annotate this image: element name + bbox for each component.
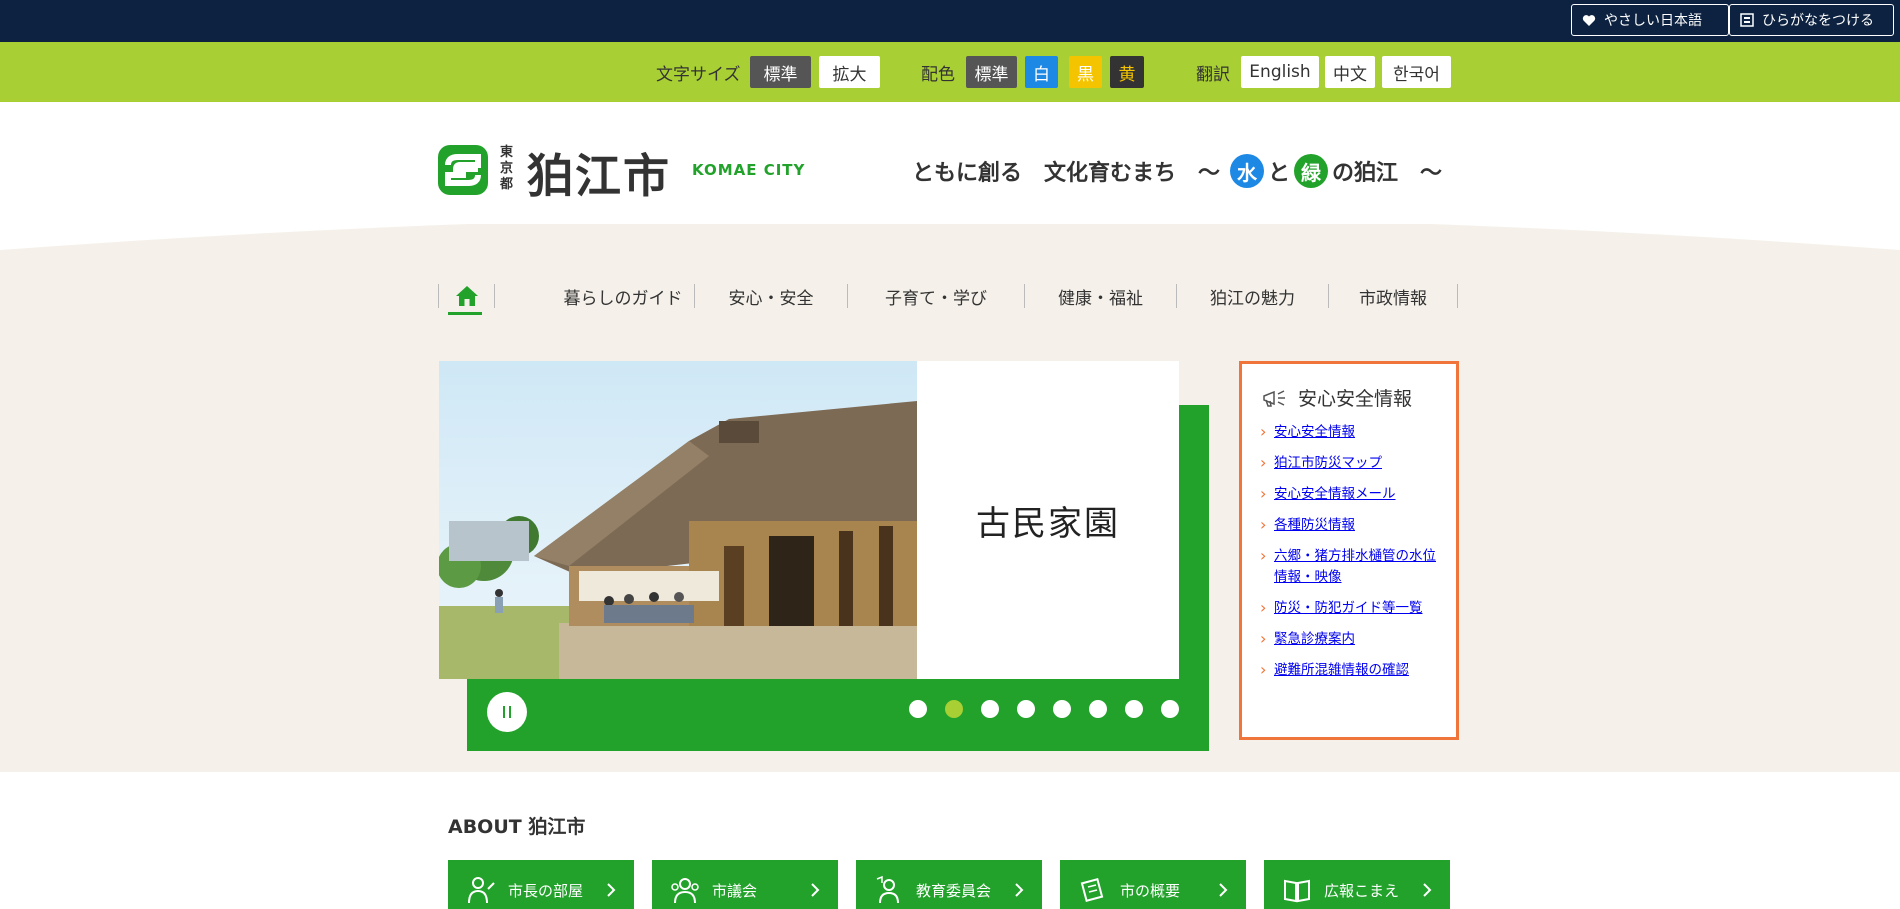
accessibility-bar: 文字サイズ 標準 拡大 配色 標準 白 黒 黄 翻訳 English 中文 한국… <box>0 42 1900 102</box>
slideshow-dot[interactable] <box>945 700 963 718</box>
slideshow-dot[interactable] <box>1053 700 1071 718</box>
nav-attractions[interactable]: 狛江の魅力 <box>1177 276 1328 316</box>
safety-link-item: 狛江市防災マップ <box>1260 452 1440 474</box>
top-bar: やさしい日本語 ひらがなをつける <box>0 0 1900 42</box>
lang-chinese-button[interactable]: 中文 <box>1325 56 1375 88</box>
slideshow-dot[interactable] <box>1125 700 1143 718</box>
city-emblem-icon <box>438 145 488 195</box>
color-standard-button[interactable]: 標準 <box>966 56 1017 88</box>
safety-link-item: 緊急診療案内 <box>1260 628 1440 650</box>
tagline-part1: ともに創る 文化育むまち 〜 <box>912 161 1221 186</box>
logo-name: 狛江市 <box>527 149 671 203</box>
education-icon <box>876 875 899 904</box>
nav-home-active-indicator <box>448 312 482 315</box>
nav-separator <box>1457 284 1458 308</box>
lang-korean-button[interactable]: 한국어 <box>1382 56 1451 88</box>
about-card-label: 市長の部屋 <box>508 881 584 900</box>
megaphone-icon <box>1263 389 1285 407</box>
furigana-icon <box>1740 13 1754 27</box>
slide-caption-box[interactable]: 古民家園 <box>917 361 1179 679</box>
global-nav: 暮らしのガイド 安心・安全 子育て・学び 健康・福祉 狛江の魅力 市政情報 <box>438 276 1458 316</box>
slide-photo[interactable] <box>439 361 917 679</box>
about-card-label: 市の概要 <box>1120 881 1181 900</box>
safety-link[interactable]: 六郷・猪方排水樋管の水位情報・映像 <box>1274 548 1436 585</box>
font-size-label: 文字サイズ <box>656 65 741 85</box>
translate-label: 翻訳 <box>1196 65 1230 85</box>
slideshow-dot[interactable] <box>909 700 927 718</box>
logo-english: KOMAE CITY <box>692 161 806 179</box>
safety-link-list: 安心安全情報 狛江市防災マップ 安心安全情報メール 各種防災情報 六郷・猪方排水… <box>1260 421 1440 691</box>
nav-separator <box>438 284 439 308</box>
font-size-large-button[interactable]: 拡大 <box>819 56 880 88</box>
safety-link[interactable]: 各種防災情報 <box>1274 517 1355 533</box>
chevron-right-icon <box>1219 883 1228 897</box>
font-size-standard-button[interactable]: 標準 <box>750 56 811 88</box>
safety-link[interactable]: 防災・防犯ガイド等一覧 <box>1274 600 1423 616</box>
safety-link[interactable]: 狛江市防災マップ <box>1274 455 1382 471</box>
safety-info-title: 安心安全情報 <box>1262 384 1412 411</box>
chevron-right-icon <box>607 883 616 897</box>
safety-link-item: 防災・防犯ガイド等一覧 <box>1260 597 1440 619</box>
safety-link-item: 安心安全情報メール <box>1260 483 1440 505</box>
council-people-icon <box>671 878 699 904</box>
easy-japanese-button[interactable]: やさしい日本語 <box>1571 4 1729 36</box>
furigana-label: ひらがなをつける <box>1762 13 1874 29</box>
color-black-button[interactable]: 黒 <box>1069 56 1102 88</box>
old-farmhouse-photo <box>439 361 917 679</box>
safety-link-item: 各種防災情報 <box>1260 514 1440 536</box>
safety-info-title-text: 安心安全情報 <box>1298 388 1413 410</box>
safety-link-item: 避難所混雑情報の確認 <box>1260 659 1440 681</box>
easy-japanese-label: やさしい日本語 <box>1604 13 1702 29</box>
about-card-mayor[interactable]: 市長の部屋 <box>448 860 634 909</box>
tagline-water: 水 <box>1230 154 1265 188</box>
about-card-newsletter[interactable]: 広報こまえ <box>1264 860 1450 909</box>
lang-english-button[interactable]: English <box>1241 56 1319 88</box>
about-card-education[interactable]: 教育委員会 <box>856 860 1042 909</box>
safety-info-panel: 安心安全情報 安心安全情報 狛江市防災マップ 安心安全情報メール 各種防災情報 … <box>1239 361 1459 740</box>
newsletter-book-icon <box>1284 879 1310 903</box>
mayor-person-icon <box>468 877 495 904</box>
tagline-green: 緑 <box>1294 154 1329 188</box>
nav-health-welfare[interactable]: 健康・福祉 <box>1025 276 1176 316</box>
chevron-right-icon <box>1423 883 1432 897</box>
slideshow-dot[interactable] <box>1017 700 1035 718</box>
safety-link[interactable]: 緊急診療案内 <box>1274 631 1355 647</box>
nav-home[interactable] <box>440 276 494 316</box>
about-card-label: 広報こまえ <box>1324 881 1400 900</box>
chevron-right-icon <box>811 883 820 897</box>
safety-link[interactable]: 安心安全情報 <box>1274 424 1355 440</box>
header-curve <box>0 210 1900 250</box>
tagline-part2: の狛江 〜 <box>1332 161 1443 186</box>
slideshow-dot[interactable] <box>1089 700 1107 718</box>
safety-link-item: 安心安全情報 <box>1260 421 1440 443</box>
safety-link-item: 六郷・猪方排水樋管の水位情報・映像 <box>1260 545 1440 588</box>
nav-city-info[interactable]: 市政情報 <box>1329 276 1457 316</box>
color-white-button[interactable]: 白 <box>1025 56 1058 88</box>
nav-safety[interactable]: 安心・安全 <box>695 276 847 316</box>
overview-icon <box>1080 878 1104 902</box>
color-label: 配色 <box>921 65 955 85</box>
heart-icon <box>1582 14 1596 26</box>
color-yellow-button[interactable]: 黄 <box>1110 56 1144 88</box>
furigana-button[interactable]: ひらがなをつける <box>1729 4 1894 36</box>
about-section-title: ABOUT 狛江市 <box>448 816 586 838</box>
safety-link[interactable]: 避難所混雑情報の確認 <box>1274 662 1409 678</box>
logo-prefix: 東京都 <box>500 145 514 192</box>
slideshow-dot[interactable] <box>1161 700 1179 718</box>
nav-childcare[interactable]: 子育て・学び <box>848 276 1024 316</box>
home-icon <box>456 286 478 306</box>
about-card-overview[interactable]: 市の概要 <box>1060 860 1246 909</box>
chevron-right-icon <box>1015 883 1024 897</box>
tagline-to: と <box>1268 161 1291 186</box>
about-card-label: 教育委員会 <box>916 881 992 900</box>
about-card-council[interactable]: 市議会 <box>652 860 838 909</box>
pause-icon <box>503 706 511 718</box>
city-tagline: ともに創る 文化育むまち 〜 水 と 緑 の狛江 〜 <box>912 154 1442 188</box>
about-card-label: 市議会 <box>712 881 758 900</box>
slideshow-pause-button[interactable] <box>487 692 527 732</box>
slide-caption: 古民家園 <box>976 503 1120 544</box>
slideshow-dot[interactable] <box>981 700 999 718</box>
safety-link[interactable]: 安心安全情報メール <box>1274 486 1396 502</box>
